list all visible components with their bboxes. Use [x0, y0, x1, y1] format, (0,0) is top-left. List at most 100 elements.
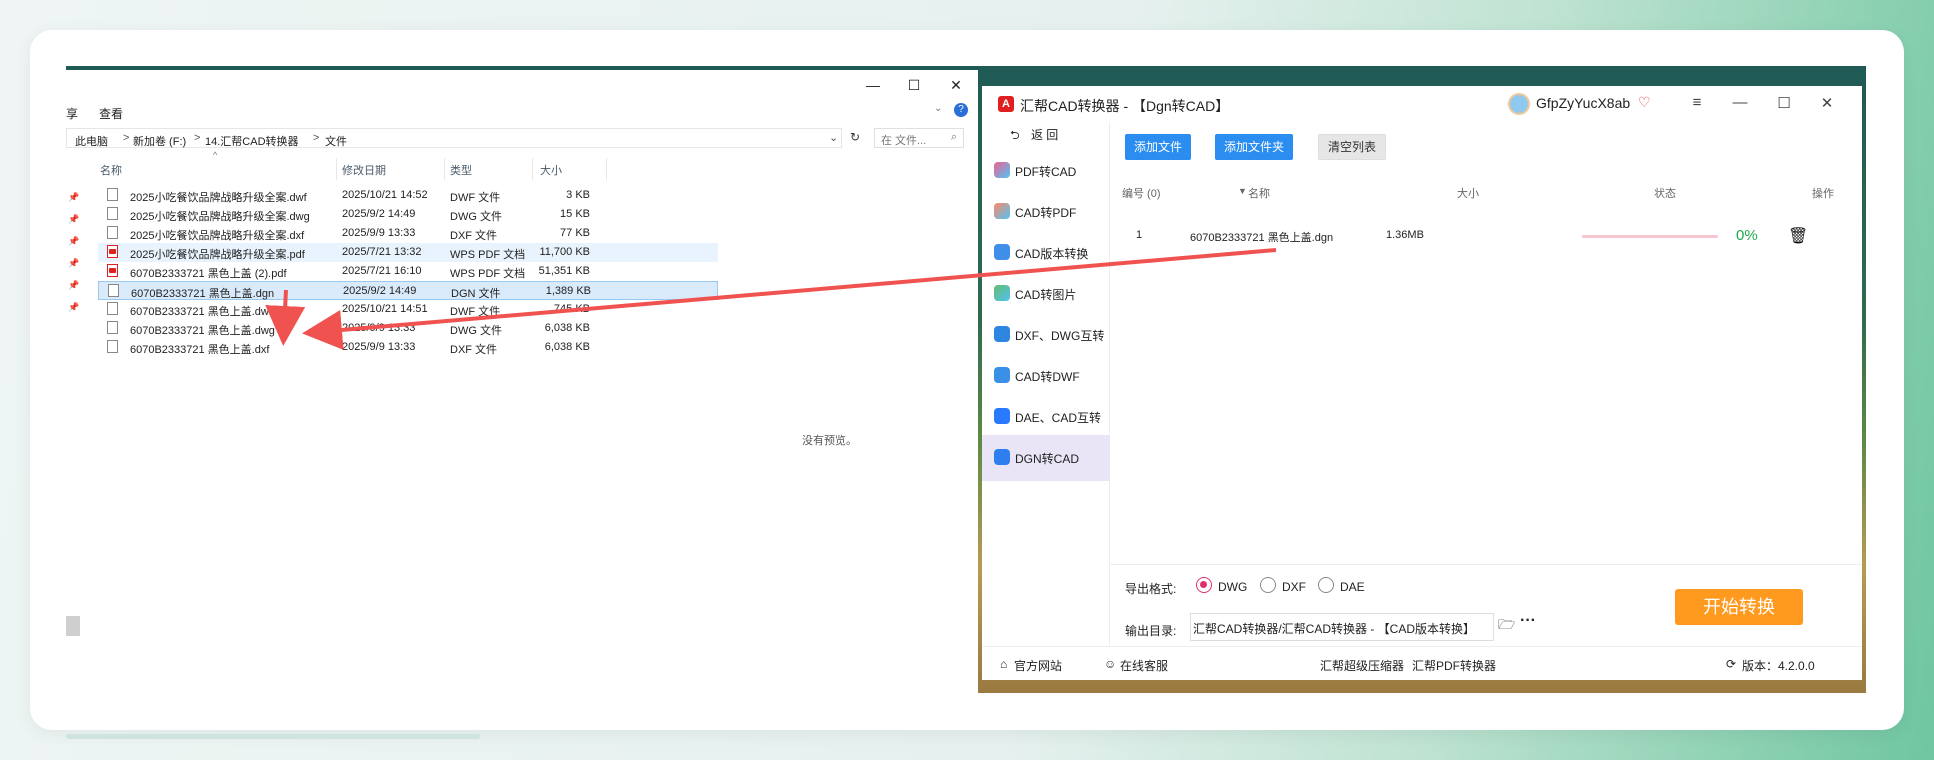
trash-icon[interactable]: 🗑: [1788, 226, 1808, 246]
ribbon-view-tab[interactable]: 查看: [99, 105, 123, 122]
close-button[interactable]: ✕: [1816, 94, 1838, 112]
chevron-down-icon[interactable]: ⌄: [934, 103, 942, 114]
crumb-folder[interactable]: 14.汇帮CAD转换器: [205, 133, 299, 149]
sidebar-item-pdf-to-cad[interactable]: PDF转CAD: [982, 148, 1110, 194]
pin-icon[interactable]: 📌: [68, 192, 79, 203]
sidebar-item-cad-to-image[interactable]: CAD转图片: [982, 271, 1110, 317]
refresh-icon[interactable]: ⟳: [1726, 657, 1736, 671]
clear-list-button[interactable]: 清空列表: [1318, 134, 1387, 160]
folder-open-icon[interactable]: 🗁: [1498, 614, 1515, 638]
pin-icon[interactable]: 📌: [68, 236, 79, 247]
output-dir-field[interactable]: 汇帮CAD转换器/汇帮CAD转换器 - 【CAD版本转换】: [1190, 613, 1494, 641]
file-icon: [107, 302, 118, 315]
progress-bar: [1582, 235, 1718, 238]
cad-to-dwf-icon: [994, 367, 1010, 383]
table-row[interactable]: 1 6070B2333721 黑色上盖.dgn 1.36MB 0% 🗑: [1112, 216, 1852, 256]
format-label-dxf[interactable]: DXF: [1282, 580, 1306, 594]
sort-down-icon[interactable]: ▼: [1238, 186, 1247, 196]
start-convert-button[interactable]: 开始转换: [1675, 589, 1803, 625]
sidebar-item-cad-to-pdf[interactable]: CAD转PDF: [982, 189, 1110, 235]
dae-cad-icon: [994, 408, 1010, 424]
scrollbar-thumb[interactable]: [66, 616, 80, 636]
add-file-button[interactable]: 添加文件: [1125, 134, 1192, 160]
file-row-selected[interactable]: 6070B2333721 黑色上盖.dgn 2025/9/2 14:49 DGN…: [98, 281, 718, 300]
online-support-link[interactable]: 在线客服: [1120, 657, 1168, 674]
file-size: 11,700 KB: [539, 246, 590, 258]
file-type: DWF 文件: [450, 192, 501, 204]
column-divider[interactable]: [606, 158, 607, 180]
format-radio-dwg[interactable]: [1196, 577, 1212, 593]
pin-icon[interactable]: 📌: [68, 302, 79, 313]
file-row[interactable]: 2025小吃餐饮品牌战略升级全案.dwf 2025/10/21 14:52 DW…: [98, 186, 718, 205]
add-folder-button[interactable]: 添加文件夹: [1215, 134, 1294, 160]
compressor-link[interactable]: 汇帮超级压缩器: [1320, 657, 1404, 674]
file-row[interactable]: 2025小吃餐饮品牌战略升级全案.dxf 2025/9/9 13:33 DXF …: [98, 224, 718, 243]
file-name: 6070B2333721 黑色上盖.dwg: [130, 325, 275, 337]
format-label-dae[interactable]: DAE: [1340, 580, 1365, 594]
format-radio-dxf[interactable]: [1260, 577, 1276, 593]
file-row[interactable]: 6070B2333721 黑色上盖 (2).pdf 2025/7/21 16:1…: [98, 262, 718, 281]
column-divider[interactable]: [532, 158, 533, 180]
format-radio-dae[interactable]: [1318, 577, 1334, 593]
maximize-button[interactable]: ☐: [1773, 94, 1795, 112]
sidebar-item-label: DAE、CAD互转: [1015, 411, 1102, 425]
help-icon[interactable]: ?: [954, 103, 968, 117]
support-agent-icon[interactable]: ☺: [1104, 657, 1116, 671]
column-divider[interactable]: [336, 158, 337, 180]
sidebar-item-cad-to-dwf[interactable]: CAD转DWF: [982, 353, 1110, 399]
file-row[interactable]: 2025小吃餐饮品牌战略升级全案.pdf 2025/7/21 13:32 WPS…: [98, 243, 718, 262]
file-icon: [107, 207, 118, 220]
more-options-icon[interactable]: ···: [1520, 612, 1536, 630]
close-button[interactable]: ✕: [946, 76, 966, 94]
sidebar-item-dgn-to-cad[interactable]: DGN转CAD: [982, 435, 1110, 481]
file-row[interactable]: 6070B2333721 黑色上盖.dwf 2025/10/21 14:51 D…: [98, 300, 718, 319]
file-row[interactable]: 2025小吃餐饮品牌战略升级全案.dwg 2025/9/2 14:49 DWG …: [98, 205, 718, 224]
address-bar: 此电脑 > 新加卷 (F:) > 14.汇帮CAD转换器 > 文件 ⌄ ↻ 在 …: [66, 126, 978, 152]
maximize-button[interactable]: ☐: [904, 76, 924, 94]
column-size[interactable]: 大小: [540, 162, 562, 178]
app-logo-icon: A: [998, 96, 1014, 112]
file-row[interactable]: 6070B2333721 黑色上盖.dwg 2025/9/9 13:33 DWG…: [98, 319, 718, 338]
row-index: 1: [1136, 229, 1143, 241]
divider: [1110, 564, 1862, 565]
column-type[interactable]: 类型: [450, 162, 472, 178]
address-dropdown-icon[interactable]: ⌄: [829, 131, 838, 144]
pin-icon[interactable]: 📌: [68, 214, 79, 225]
vip-diamond-icon[interactable]: ♡: [1638, 94, 1651, 111]
menu-button[interactable]: ≡: [1686, 94, 1708, 111]
column-divider[interactable]: [444, 158, 445, 180]
minimize-button[interactable]: —: [1729, 94, 1751, 111]
column-modified[interactable]: 修改日期: [342, 162, 386, 178]
search-input[interactable]: 在 文件... ⌕: [874, 128, 964, 148]
official-website-link[interactable]: 官方网站: [1014, 657, 1062, 674]
column-name[interactable]: 名称: [100, 162, 122, 178]
crumb-current[interactable]: 文件: [325, 133, 347, 149]
sidebar: ⮌ 返 回 PDF转CAD CAD转PDF CAD版本转换 CAD转图片 DXF…: [982, 122, 1110, 646]
sidebar-item-label: CAD转DWF: [1015, 370, 1080, 384]
column-size: 大小: [1457, 188, 1479, 200]
sidebar-item-dae-cad[interactable]: DAE、CAD互转: [982, 394, 1110, 440]
refresh-icon[interactable]: ↻: [850, 130, 860, 144]
crumb-drive[interactable]: 新加卷 (F:): [133, 133, 186, 149]
file-name: 6070B2333721 黑色上盖.dxf: [130, 344, 270, 356]
minimize-button[interactable]: —: [863, 76, 883, 94]
back-button[interactable]: ⮌ 返 回: [1010, 126, 1058, 147]
preview-pane-text: 没有预览。: [802, 435, 857, 447]
search-placeholder: 在 文件...: [881, 135, 927, 147]
breadcrumb[interactable]: 此电脑 > 新加卷 (F:) > 14.汇帮CAD转换器 > 文件 ⌄: [66, 128, 842, 148]
sidebar-item-dxf-dwg[interactable]: DXF、DWG互转: [982, 312, 1110, 358]
username[interactable]: GfpZyYucX8ab: [1536, 95, 1630, 111]
ribbon-share-tab[interactable]: 享: [66, 105, 78, 122]
pdf-converter-link[interactable]: 汇帮PDF转换器: [1412, 657, 1496, 674]
format-label-dwg[interactable]: DWG: [1218, 580, 1247, 594]
pin-icon[interactable]: 📌: [68, 258, 79, 269]
pin-icon[interactable]: 📌: [68, 280, 79, 291]
file-icon: [107, 340, 118, 353]
file-type: DWF 文件: [450, 306, 501, 318]
home-icon[interactable]: ⌂: [1000, 657, 1007, 671]
avatar[interactable]: [1508, 93, 1530, 115]
sidebar-item-cad-version[interactable]: CAD版本转换: [982, 230, 1110, 276]
file-row[interactable]: 6070B2333721 黑色上盖.dxf 2025/9/9 13:33 DXF…: [98, 338, 718, 357]
column-name[interactable]: 名称: [1248, 185, 1270, 201]
crumb-this-pc[interactable]: 此电脑: [75, 133, 108, 149]
